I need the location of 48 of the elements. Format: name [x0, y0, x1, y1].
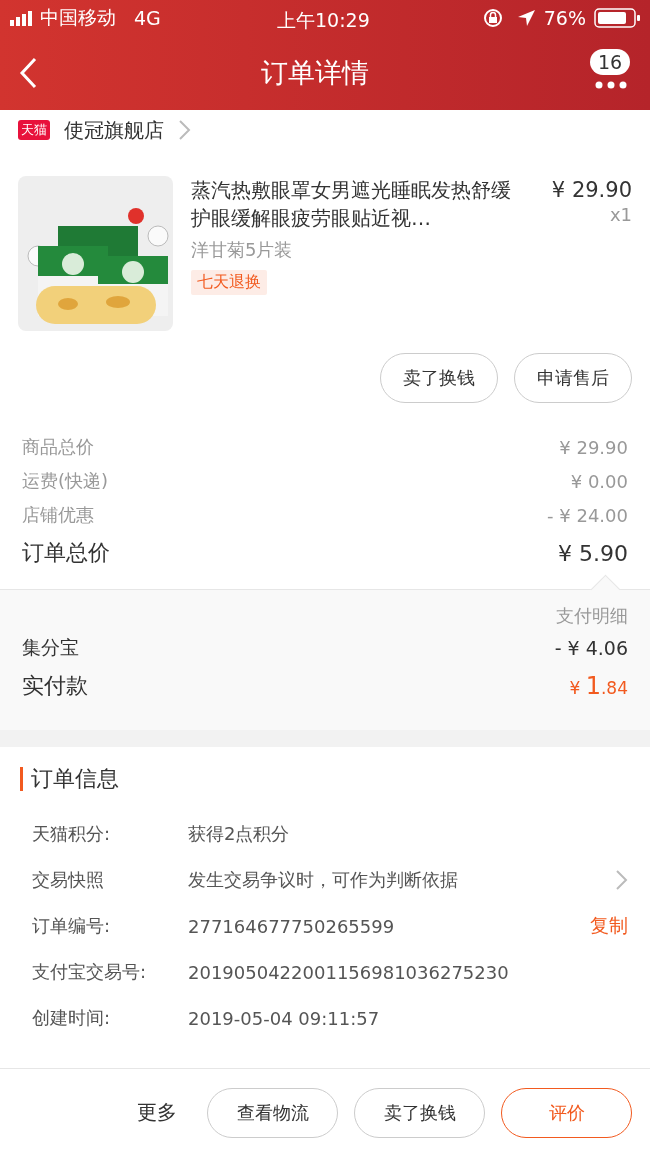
info-label: 创建时间:	[32, 1006, 112, 1030]
fee-value: ¥ 29.90	[559, 436, 628, 458]
battery-icon	[594, 8, 640, 28]
more-link[interactable]: 更多	[137, 1099, 177, 1126]
carrier-name: 中国移动	[40, 5, 116, 30]
tmall-badge: 天猫	[18, 120, 50, 140]
status-time: 上午10:29	[277, 8, 370, 33]
section-title: 订单信息	[20, 767, 628, 791]
location-icon	[516, 9, 536, 27]
more-icon[interactable]	[595, 81, 627, 89]
info-label: 交易快照	[32, 868, 105, 892]
message-count-badge: 16	[590, 49, 631, 75]
order-action-button[interactable]: 查看物流	[207, 1087, 338, 1138]
info-value: 2019050422001156981036275230	[188, 961, 510, 983]
fee-value: ¥ 0.00	[570, 470, 628, 492]
payment-details-heading: 支付明细	[555, 604, 628, 628]
product-variant: 洋甘菊5片装	[191, 238, 294, 262]
info-value: 获得2点积分	[188, 822, 291, 846]
fee-label: 集分宝	[22, 635, 79, 660]
order-action-button[interactable]: 卖了换钱	[354, 1087, 485, 1138]
return-policy-tag: 七天退换	[191, 270, 267, 295]
signal-icon	[10, 10, 32, 26]
fee-label: 商品总价	[22, 435, 94, 459]
info-value: 277164677750265599	[188, 915, 396, 937]
battery-percent: 76%	[543, 7, 586, 29]
back-icon[interactable]	[18, 56, 38, 90]
total-value: ¥ 5.90	[558, 540, 628, 566]
info-value: 2019-05-04 09:11:57	[188, 1007, 381, 1029]
info-label: 支付宝交易号:	[32, 960, 148, 984]
item-action-button[interactable]: 卖了换钱	[380, 353, 498, 403]
product-title[interactable]: 蒸汽热敷眼罩女男遮光睡眠发热舒缓护眼缓解眼疲劳眼贴近视…	[191, 176, 517, 232]
rotation-lock-icon	[482, 8, 503, 28]
product-quantity: x1	[608, 204, 632, 225]
info-label: 天猫积分:	[32, 822, 112, 846]
paid-amount: ¥ 1.84	[569, 672, 628, 700]
store-name[interactable]: 使冠旗舰店	[64, 116, 164, 144]
fee-value: - ¥ 24.00	[547, 504, 628, 526]
info-label: 订单编号:	[32, 914, 112, 938]
item-action-button[interactable]: 申请售后	[514, 353, 632, 403]
total-label: 订单总价	[22, 539, 110, 567]
fee-value: - ¥ 4.06	[554, 637, 628, 659]
fee-label: 运费(快递)	[22, 469, 109, 493]
network-type: 4G	[134, 7, 161, 29]
paid-label: 实付款	[22, 672, 88, 700]
fee-label: 店铺优惠	[22, 503, 94, 527]
page-title: 订单详情	[260, 56, 370, 90]
product-price: ¥ 29.90	[550, 177, 632, 204]
info-value[interactable]: 发生交易争议时，可作为判断依据	[188, 868, 615, 892]
